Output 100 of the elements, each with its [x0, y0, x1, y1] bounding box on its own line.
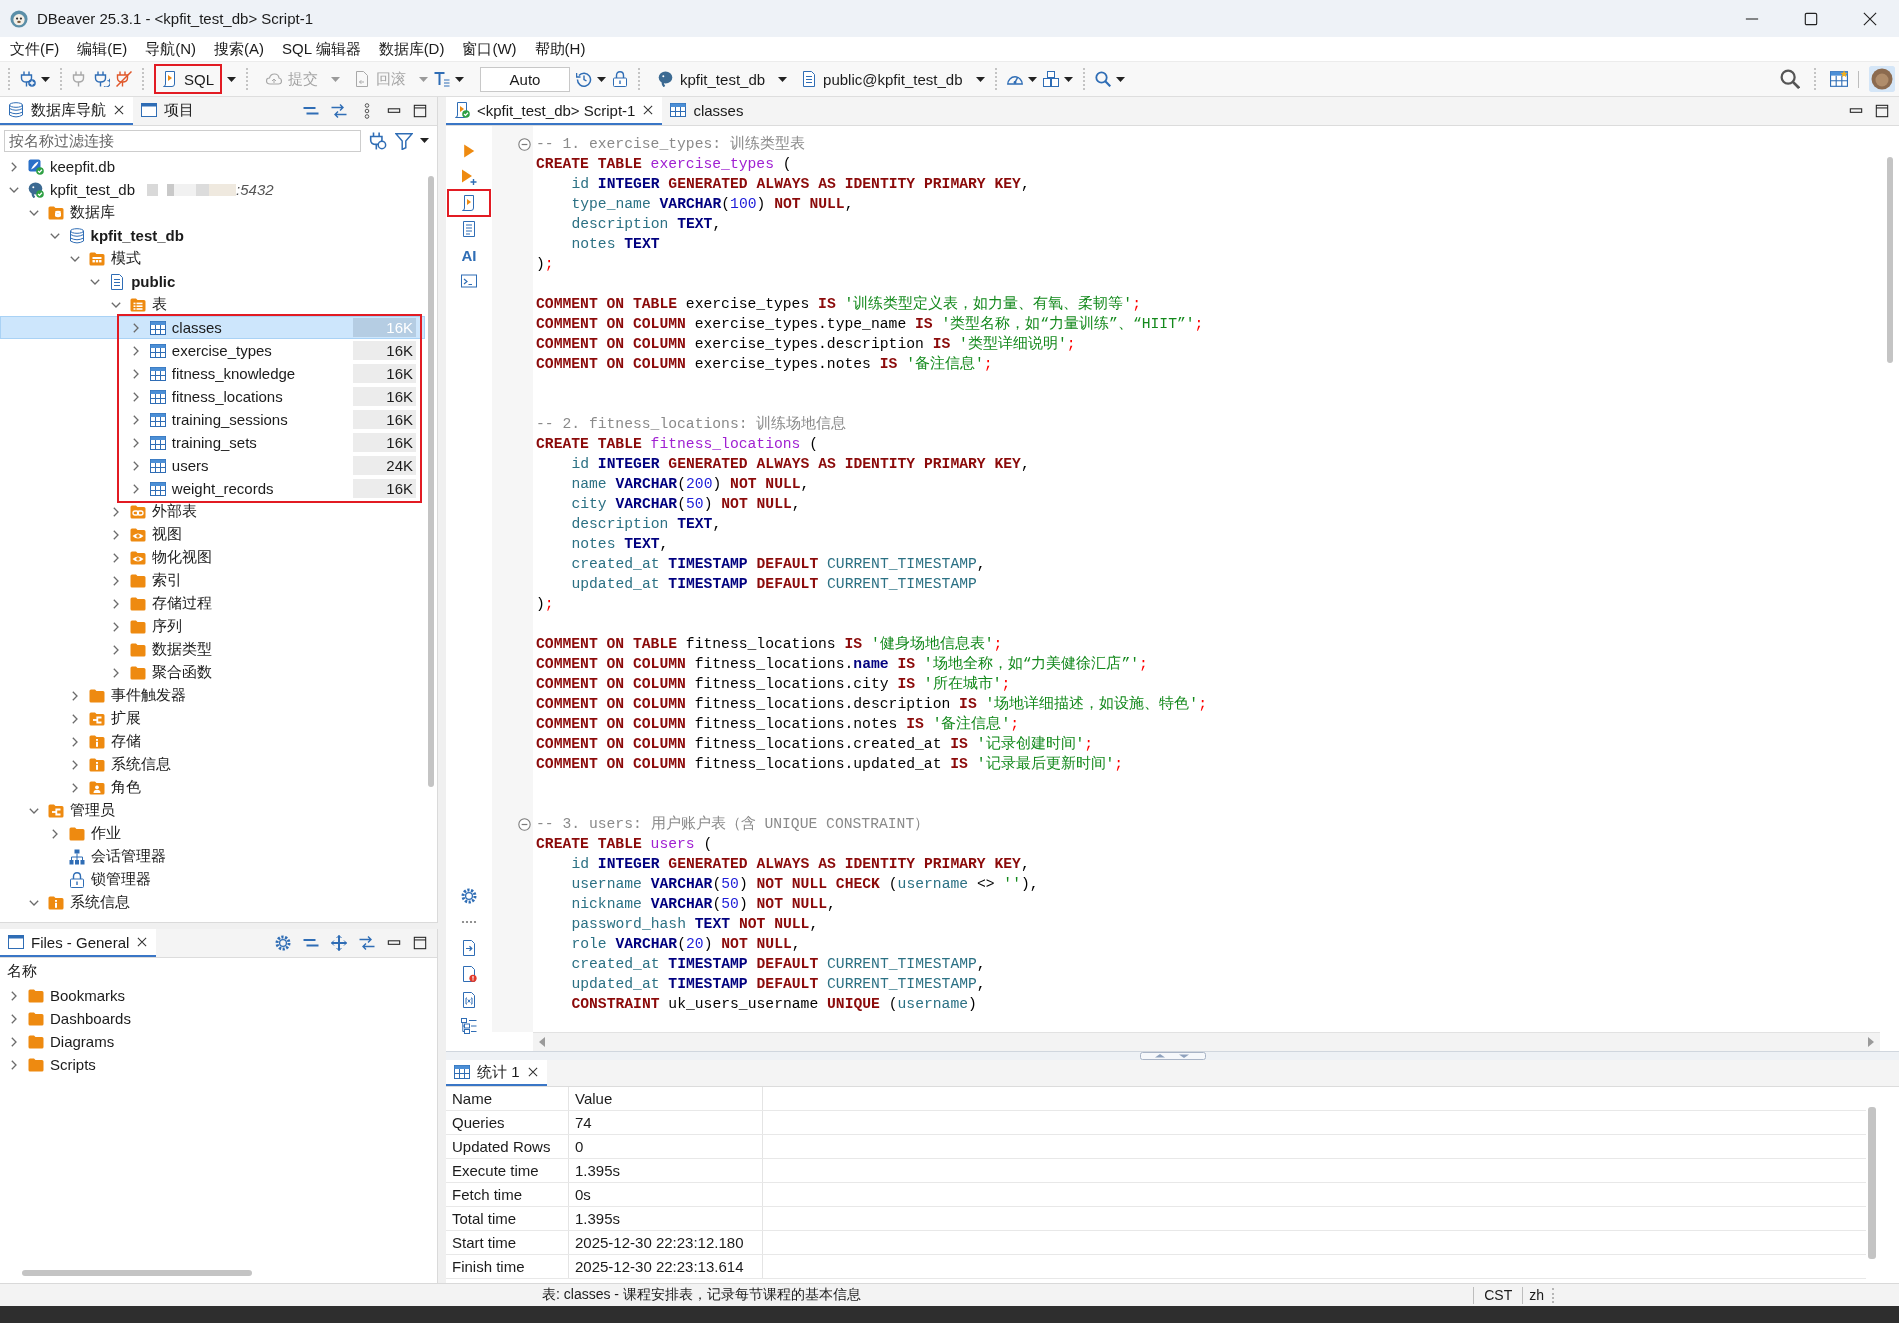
tree-item[interactable]: Scripts — [0, 1053, 437, 1076]
chevron-down-icon[interactable] — [29, 899, 40, 906]
result-tab[interactable]: 统计 1 — [446, 1060, 547, 1086]
tree-item[interactable]: exercise_types 16K — [0, 339, 425, 362]
play-plus-icon[interactable] — [461, 169, 477, 185]
vertical-scrollbar[interactable] — [1886, 157, 1893, 363]
close-icon[interactable] — [113, 104, 125, 116]
chevron-right-icon[interactable] — [71, 736, 78, 747]
caret-icon[interactable] — [1115, 76, 1125, 82]
filter-icon[interactable] — [395, 131, 413, 150]
caret-icon[interactable] — [1027, 76, 1037, 82]
document-export-icon[interactable] — [461, 940, 477, 956]
tree-item[interactable]: 序列 — [0, 615, 425, 638]
transaction-mode-field[interactable]: Auto — [480, 66, 570, 92]
tree-item[interactable]: 数据库 — [0, 201, 425, 224]
chevron-right-icon[interactable] — [132, 460, 139, 471]
column-header[interactable]: Name — [446, 1087, 569, 1110]
tree-item[interactable]: users 24K — [0, 454, 425, 477]
chevron-right-icon[interactable] — [132, 483, 139, 494]
caret-icon[interactable] — [1063, 76, 1073, 82]
chevron-down-icon[interactable] — [49, 232, 60, 239]
tree-item[interactable]: 模式 — [0, 247, 425, 270]
splitter-handle[interactable] — [1139, 1052, 1206, 1060]
caret-icon[interactable] — [227, 76, 236, 82]
chevron-right-icon[interactable] — [132, 414, 139, 425]
menu-item[interactable]: 搜索(A) — [205, 37, 273, 61]
document-brackets-icon[interactable] — [461, 992, 477, 1008]
chevron-right-icon[interactable] — [112, 575, 119, 586]
tree-item[interactable]: Dashboards — [0, 1007, 437, 1030]
connection-selector[interactable]: kpfit_test_db — [650, 64, 774, 94]
maximize-icon[interactable] — [1875, 104, 1889, 118]
plug-crossed-icon[interactable] — [116, 71, 132, 87]
play-icon[interactable] — [462, 144, 476, 158]
panel-tab[interactable]: Files - General — [0, 929, 157, 957]
chevron-right-icon[interactable] — [112, 621, 119, 632]
chevron-right-icon[interactable] — [112, 598, 119, 609]
tree-item[interactable]: weight_records 16K — [0, 477, 425, 500]
tree-item[interactable]: 索引 — [0, 569, 425, 592]
chevron-right-icon[interactable] — [132, 345, 139, 356]
tree-item[interactable]: 角色 — [0, 776, 425, 799]
tree-item[interactable]: 存储过程 — [0, 592, 425, 615]
caret-icon[interactable] — [778, 76, 788, 82]
schema-selector[interactable]: public@kpfit_test_db — [793, 64, 971, 94]
chevron-right-icon[interactable] — [11, 990, 17, 1001]
chevron-right-icon[interactable] — [132, 368, 139, 379]
caret-icon[interactable] — [975, 76, 985, 82]
caret-icon[interactable] — [597, 76, 606, 82]
link-arrows-icon[interactable] — [359, 935, 375, 951]
menu-item[interactable]: 导航(N) — [136, 37, 205, 61]
document-alert-icon[interactable] — [461, 966, 477, 982]
chevron-right-icon[interactable] — [71, 782, 78, 793]
tree-item[interactable]: 视图 — [0, 523, 425, 546]
tree-item[interactable]: 会话管理器 — [0, 845, 425, 868]
tree-item[interactable]: keepfit.db — [0, 155, 425, 178]
tree-item[interactable]: 锁管理器 — [0, 868, 425, 891]
column-header[interactable]: Value — [569, 1087, 763, 1110]
tree-item[interactable]: 系统信息 — [0, 891, 425, 914]
chevron-right-icon[interactable] — [51, 828, 58, 839]
chevron-right-icon[interactable] — [112, 529, 119, 540]
outline-icon[interactable] — [461, 1018, 477, 1034]
menu-item[interactable]: 数据库(D) — [369, 37, 454, 61]
tree-item[interactable]: public — [0, 270, 425, 293]
tree-item[interactable]: 扩展 — [0, 707, 425, 730]
menu-item[interactable]: 帮助(H) — [525, 37, 595, 61]
plug-search-icon[interactable] — [369, 131, 387, 150]
chevron-right-icon[interactable] — [11, 161, 17, 172]
chevron-down-icon[interactable] — [69, 255, 80, 262]
tree-item[interactable]: 管理员 — [0, 799, 425, 822]
search-icon[interactable] — [1094, 71, 1111, 87]
tree-item[interactable]: 外部表 — [0, 500, 425, 523]
text-format-icon[interactable] — [434, 71, 450, 87]
terminal-icon[interactable] — [461, 273, 477, 289]
sql-button[interactable]: SQL — [154, 64, 222, 94]
menu-item[interactable]: SQL 编辑器 — [273, 37, 370, 61]
close-icon[interactable] — [526, 1066, 539, 1078]
chevron-right-icon[interactable] — [11, 1013, 17, 1024]
move-arrows-icon[interactable] — [331, 935, 347, 951]
tree-item[interactable]: kpfit_test_db — [0, 224, 425, 247]
boxes-icon[interactable] — [1042, 71, 1059, 87]
chevron-down-icon[interactable] — [90, 278, 101, 285]
chevron-down-icon[interactable] — [29, 807, 40, 814]
tree-item[interactable]: 聚合函数 — [0, 661, 425, 684]
caret-icon[interactable] — [420, 138, 429, 143]
caret-icon[interactable] — [41, 76, 50, 82]
chevron-right-icon[interactable] — [11, 1059, 17, 1070]
search-icon[interactable] — [1780, 69, 1800, 89]
chevron-right-icon[interactable] — [132, 437, 139, 448]
tree-item[interactable]: 事件触发器 — [0, 684, 425, 707]
menu-item[interactable]: 窗口(W) — [453, 37, 526, 61]
close-icon[interactable] — [642, 104, 655, 116]
tree-item[interactable]: fitness_locations 16K — [0, 385, 425, 408]
close-icon[interactable] — [1862, 11, 1877, 26]
column-header[interactable]: 名称 — [7, 961, 37, 981]
chevron-right-icon[interactable] — [132, 391, 139, 402]
tree-item[interactable]: 物化视图 — [0, 546, 425, 569]
script-icon[interactable] — [461, 195, 477, 211]
chevron-down-icon[interactable] — [9, 186, 19, 193]
chevron-right-icon[interactable] — [71, 759, 78, 770]
chevron-right-icon[interactable] — [112, 667, 119, 678]
vertical-scrollbar[interactable] — [428, 176, 434, 787]
